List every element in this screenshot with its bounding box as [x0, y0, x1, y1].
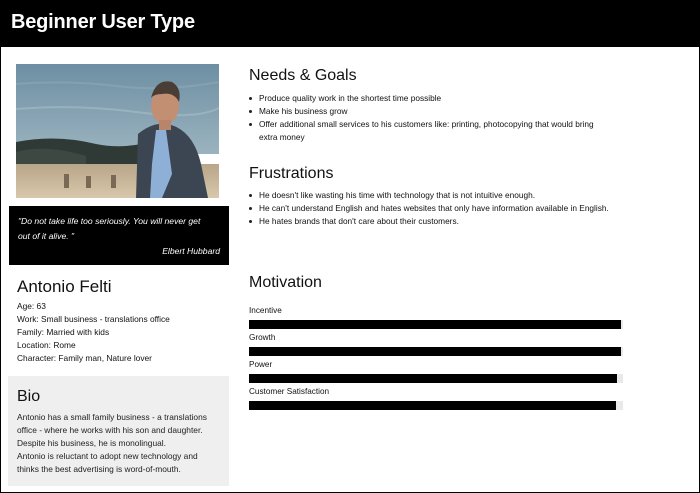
- detail-location: Location: Rome: [17, 340, 76, 350]
- motivation-title: Motivation: [249, 274, 322, 291]
- frustrations-list: He doesn't like wasting his time with te…: [248, 189, 620, 228]
- quote-text-line-1: "Do not take life too seriously. You wil…: [18, 216, 201, 226]
- motivation-list: Incentive Growth Power Customer Satisfac…: [249, 305, 624, 413]
- motivation-bar-track: [249, 320, 623, 329]
- quote-text-line-2: out of it alive. ": [18, 231, 75, 241]
- motivation-bar-track: [249, 401, 623, 410]
- motivation-label: Growth: [249, 333, 276, 342]
- list-item: He can't understand English and hates we…: [248, 202, 620, 215]
- list-item: He hates brands that don't care about th…: [248, 215, 620, 228]
- motivation-bar-track: [249, 374, 623, 383]
- bio-title: Bio: [17, 388, 41, 405]
- motivation-item: Incentive: [249, 305, 624, 332]
- bio-line: Antonio has a small family business - a …: [17, 412, 207, 422]
- needs-goals-title: Needs & Goals: [249, 67, 357, 84]
- list-item: Make his business grow: [248, 105, 613, 118]
- bio-panel: Bio Antonio has a small family business …: [8, 376, 229, 486]
- bio-line: Despite his business, he is monolingual.: [17, 438, 166, 448]
- frustrations-title: Frustrations: [249, 165, 334, 182]
- motivation-bar-fill: [249, 374, 618, 383]
- motivation-item: Customer Satisfaction: [249, 386, 624, 413]
- detail-work: Work: Small business - translations offi…: [17, 314, 170, 324]
- detail-family: Family: Married with kids: [17, 327, 110, 337]
- bio-text: Antonio has a small family business - a …: [17, 411, 224, 476]
- persona-name: Antonio Felti: [17, 277, 112, 296]
- page-header: Beginner User Type: [1, 1, 699, 47]
- motivation-label: Power: [249, 360, 273, 369]
- bio-line: office - where he works with his son and…: [17, 425, 203, 435]
- motivation-label: Customer Satisfaction: [249, 387, 330, 396]
- persona-page: Beginner User Type "Do not take life too…: [0, 0, 700, 493]
- motivation-item: Power: [249, 359, 624, 386]
- motivation-bar-fill: [249, 401, 616, 410]
- persona-photo: [16, 64, 219, 198]
- motivation-bar-fill: [249, 347, 622, 356]
- detail-age: Age: 63: [17, 301, 46, 311]
- motivation-label: Incentive: [249, 306, 282, 315]
- list-item: Produce quality work in the shortest tim…: [248, 92, 613, 105]
- quote-box: "Do not take life too seriously. You wil…: [9, 206, 229, 265]
- bio-line: Antonio is reluctant to adopt new techno…: [17, 451, 198, 461]
- quote-author: Elbert Hubbard: [162, 246, 220, 256]
- motivation-item: Growth: [249, 332, 624, 359]
- persona-details: Age: 63 Work: Small business - translati…: [17, 300, 170, 365]
- list-item: He doesn't like wasting his time with te…: [248, 189, 620, 202]
- motivation-bar-fill: [249, 320, 622, 329]
- list-item: Offer additional small services to his c…: [248, 118, 613, 144]
- bio-line: thinks the best advertising is word-of-m…: [17, 464, 181, 474]
- needs-goals-list: Produce quality work in the shortest tim…: [248, 92, 613, 144]
- detail-character: Character: Family man, Nature lover: [17, 353, 152, 363]
- motivation-bar-track: [249, 347, 623, 356]
- page-title: Beginner User Type: [11, 11, 195, 33]
